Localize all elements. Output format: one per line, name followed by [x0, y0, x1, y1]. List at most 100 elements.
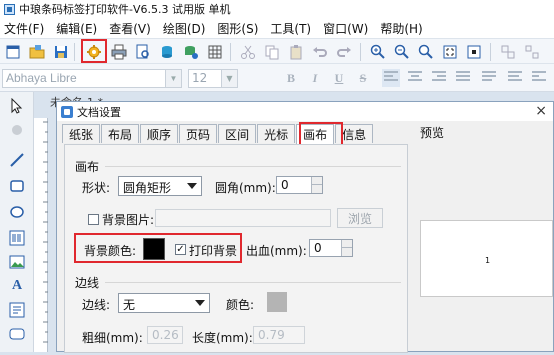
print-preview-icon[interactable]: [133, 42, 153, 62]
open-folder-icon[interactable]: [27, 42, 47, 62]
tab-page-number[interactable]: 页码: [179, 124, 218, 143]
text-tool-icon[interactable]: A: [7, 276, 27, 296]
highlight-canvas-tab: [299, 122, 343, 146]
align-distribute-icon[interactable]: [482, 71, 496, 85]
align-left-icon[interactable]: [382, 69, 400, 87]
tab-paper[interactable]: 纸张: [62, 124, 101, 143]
align-center-icon[interactable]: [408, 71, 422, 85]
menu-shape[interactable]: 图形(S): [217, 20, 258, 37]
menu-view[interactable]: 查看(V): [109, 20, 151, 37]
border-length-label: 长度(mm):: [192, 331, 253, 345]
redo-icon[interactable]: [334, 42, 354, 62]
new-file-icon[interactable]: [3, 42, 23, 62]
toolbar-separator: [490, 43, 491, 61]
dialog-title: 文档设置: [77, 105, 121, 119]
fit-page-icon[interactable]: [440, 42, 460, 62]
tab-range[interactable]: 区间: [218, 124, 257, 143]
preview-pane: 1: [420, 220, 553, 297]
pan-hand-icon[interactable]: [7, 120, 27, 140]
actual-size-icon[interactable]: [464, 42, 484, 62]
border-group-title: 边线: [75, 276, 100, 290]
underline-button[interactable]: U: [330, 69, 348, 87]
tab-cursor[interactable]: 光标: [257, 124, 296, 143]
chevron-down-icon: [193, 296, 207, 310]
group-divider: [105, 166, 401, 167]
align-top-icon[interactable]: [508, 71, 522, 85]
rich-text-tool-icon[interactable]: [7, 300, 27, 320]
ungroup-icon[interactable]: [522, 42, 542, 62]
database-icon[interactable]: [157, 42, 177, 62]
table-tool-icon[interactable]: [7, 324, 27, 344]
database-link-icon[interactable]: [181, 42, 201, 62]
zoom-out-icon[interactable]: [392, 42, 412, 62]
tab-layout[interactable]: 布局: [101, 124, 140, 143]
zoom-in-icon[interactable]: [368, 42, 388, 62]
shape-select[interactable]: 圆角矩形: [118, 176, 202, 196]
align-bottom-icon[interactable]: [532, 71, 546, 85]
bold-button[interactable]: B: [282, 69, 300, 87]
copy-icon[interactable]: [262, 42, 282, 62]
rectangle-tool-icon[interactable]: [7, 176, 27, 196]
toolbar-separator: [230, 43, 231, 61]
align-justify-icon[interactable]: [456, 71, 470, 85]
border-length-input[interactable]: 0.79: [253, 326, 305, 344]
print-icon[interactable]: [109, 42, 129, 62]
menu-help[interactable]: 帮助(H): [380, 20, 422, 37]
italic-button[interactable]: I: [306, 69, 324, 87]
font-name-value: Abhaya Libre: [6, 71, 77, 85]
undo-icon[interactable]: [310, 42, 330, 62]
preview-page-number: 1: [485, 256, 491, 265]
barcode-tool-icon[interactable]: [7, 228, 27, 248]
document-settings-dialog: 文档设置 × 纸张 布局 顺序 页码 区间 光标 画布 信息 预览 1 画布 形…: [56, 101, 554, 353]
ellipse-tool-icon[interactable]: [7, 202, 27, 222]
shape-label: 形状:: [82, 181, 111, 195]
dialog-title-bar: 文档设置 ×: [57, 102, 553, 121]
cut-icon[interactable]: [238, 42, 258, 62]
bleed-input[interactable]: 0: [309, 239, 353, 257]
chevron-down-icon: ▼: [165, 70, 181, 87]
border-width-label: 粗细(mm):: [82, 331, 143, 345]
line-tool-icon[interactable]: [7, 150, 27, 170]
zoom-fit-icon[interactable]: [416, 42, 436, 62]
corner-radius-label: 圆角(mm):: [215, 181, 276, 195]
menu-draw[interactable]: 绘图(D): [163, 20, 206, 37]
close-icon[interactable]: ×: [535, 103, 547, 119]
menu-window[interactable]: 窗口(W): [323, 20, 368, 37]
border-color-label: 颜色:: [226, 298, 255, 312]
toolbar-separator: [360, 43, 361, 61]
border-color-swatch[interactable]: [267, 292, 287, 312]
border-line-select[interactable]: 无: [118, 293, 210, 313]
grid-icon[interactable]: [205, 42, 225, 62]
menu-bar: 文件(F) 编辑(E) 查看(V) 绘图(D) 图形(S) 工具(T) 窗口(W…: [0, 18, 554, 38]
font-size-value: 12: [192, 71, 208, 85]
canvas-settings-panel: 画布 形状: 圆角矩形 圆角(mm): 0 背景图片: 浏览 背景颜色: ✓ 打…: [64, 144, 408, 353]
title-bar: 中琅条码标签打印软件-V6.5.3 试用版 单机: [0, 0, 554, 18]
browse-button[interactable]: 浏览: [337, 208, 383, 228]
spin-down-icon[interactable]: [311, 185, 322, 193]
spin-up-icon[interactable]: [311, 177, 322, 185]
group-icon[interactable]: [498, 42, 518, 62]
tool-panel: A: [0, 92, 34, 352]
background-image-path-input[interactable]: [155, 209, 331, 227]
menu-file[interactable]: 文件(F): [4, 20, 44, 37]
menu-tools[interactable]: 工具(T): [270, 20, 311, 37]
image-tool-icon[interactable]: [7, 252, 27, 272]
menu-edit[interactable]: 编辑(E): [56, 20, 97, 37]
corner-radius-input[interactable]: 0: [276, 176, 323, 194]
align-right-icon[interactable]: [432, 71, 446, 85]
bleed-label: 出血(mm):: [246, 244, 307, 258]
save-icon[interactable]: [51, 42, 71, 62]
spin-down-icon[interactable]: [341, 248, 352, 256]
font-size-select[interactable]: 12 ▼: [188, 69, 238, 88]
font-name-select[interactable]: Abhaya Libre ▼: [2, 69, 182, 88]
background-image-checkbox[interactable]: [88, 214, 99, 225]
border-width-input[interactable]: 0.26: [147, 326, 183, 344]
toolbar-separator: [74, 43, 75, 61]
tab-order[interactable]: 顺序: [140, 124, 179, 143]
select-arrow-icon[interactable]: [7, 96, 27, 116]
paste-icon[interactable]: [286, 42, 306, 62]
spin-up-icon[interactable]: [341, 240, 352, 248]
strikethrough-button[interactable]: S: [354, 69, 372, 87]
canvas-group-title: 画布: [75, 160, 100, 174]
main-toolbar: [0, 38, 554, 64]
